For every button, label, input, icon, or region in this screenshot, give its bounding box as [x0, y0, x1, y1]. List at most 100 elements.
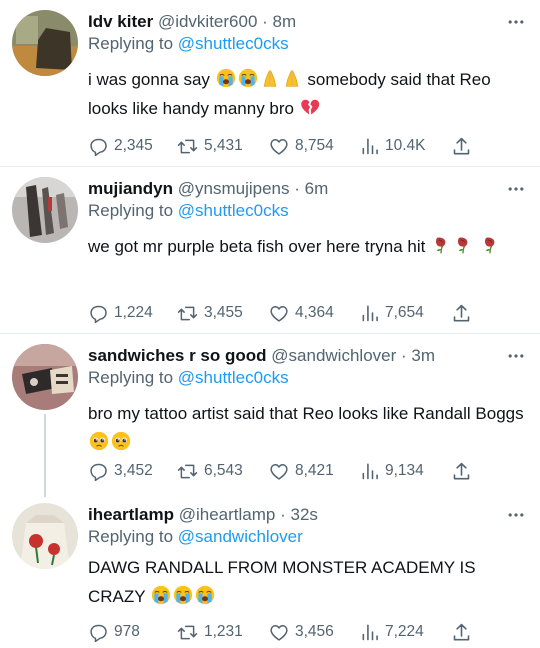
wilted-flower-icon [431, 235, 451, 255]
folded-hands-icon [260, 68, 280, 88]
views-icon [360, 303, 380, 323]
views-count: 9,134 [385, 462, 424, 479]
retweet-count: 1,231 [204, 623, 243, 640]
like-button[interactable]: 4,364 [268, 300, 334, 326]
loudly-crying-face-icon [195, 585, 215, 605]
broken-heart-icon [300, 97, 320, 117]
tweet-header: sandwiches r so good @sandwichlover · 3m [88, 345, 526, 367]
views-count: 7,224 [385, 623, 424, 640]
retweet-button[interactable]: 5,431 [176, 133, 243, 159]
tweet-text: i was gonna say somebody said that Reo l… [88, 65, 526, 123]
views-button[interactable]: 10.4K [360, 133, 426, 159]
like-button[interactable]: 8,754 [268, 133, 334, 159]
share-button[interactable] [451, 300, 477, 326]
views-button[interactable]: 7,654 [360, 300, 424, 326]
share-icon [451, 461, 472, 482]
thread-connector [44, 414, 46, 489]
retweet-count: 5,431 [204, 137, 243, 154]
display-name[interactable]: Idv kiter [88, 12, 153, 31]
mention-link[interactable]: @shuttlec0cks [178, 368, 289, 387]
retweet-button[interactable]: 1,231 [176, 619, 243, 645]
retweet-count: 3,455 [204, 304, 243, 321]
tweet-header: Idv kiter @idvkiter600 · 8m [88, 11, 526, 33]
retweet-button[interactable]: 6,543 [176, 458, 243, 484]
separator-dot: · [401, 346, 407, 365]
replying-to-label: Replying to [88, 368, 174, 387]
tweet-header: mujiandyn @ynsmujipens · 6m [88, 178, 526, 200]
loudly-crying-face-icon [151, 585, 171, 605]
views-button[interactable]: 7,224 [360, 619, 424, 645]
avatar[interactable] [12, 10, 78, 76]
like-button[interactable]: 3,456 [268, 619, 334, 645]
tweet-actions: 3,452 6,543 8,421 9,134 [88, 458, 526, 484]
mention-link[interactable]: @sandwichlover [178, 527, 303, 546]
share-button[interactable] [451, 458, 477, 484]
like-count: 3,456 [295, 623, 334, 640]
loudly-crying-face-icon [238, 68, 258, 88]
timestamp[interactable]: 8m [273, 12, 297, 31]
replying-to: Replying to @sandwichlover [88, 526, 526, 548]
share-button[interactable] [451, 133, 477, 159]
replying-to: Replying to @shuttlec0cks [88, 200, 526, 222]
reply-button[interactable]: 3,452 [88, 458, 153, 484]
separator-dot: · [262, 12, 268, 31]
tweet-3[interactable]: sandwiches r so good @sandwichlover · 3m… [0, 334, 540, 489]
more-icon[interactable] [506, 179, 526, 199]
tweet-text-part: DAWG RANDALL FROM MONSTER ACADEMY IS CRA… [88, 558, 476, 606]
like-count: 8,421 [295, 462, 334, 479]
tweet-2[interactable]: mujiandyn @ynsmujipens · 6m Replying to … [0, 167, 540, 334]
retweet-count: 6,543 [204, 462, 243, 479]
replying-to-label: Replying to [88, 201, 174, 220]
avatar[interactable] [12, 344, 78, 410]
mention-link[interactable]: @shuttlec0cks [178, 34, 289, 53]
user-handle[interactable]: @idvkiter600 [158, 12, 257, 31]
tweet-4[interactable]: iheartlamp @iheartlamp · 32s Replying to… [0, 489, 540, 648]
like-icon [268, 461, 290, 482]
avatar[interactable] [12, 503, 78, 569]
display-name[interactable]: sandwiches r so good [88, 346, 267, 365]
replying-to: Replying to @shuttlec0cks [88, 367, 526, 389]
reply-button[interactable]: 978 [88, 619, 140, 645]
pleading-face-icon [111, 431, 131, 451]
retweet-icon [176, 303, 199, 324]
share-icon [451, 303, 472, 324]
tweet-text: we got mr purple beta fish over here try… [88, 232, 526, 261]
reply-count: 2,345 [114, 137, 153, 154]
replying-to-label: Replying to [88, 527, 174, 546]
tweet-text-part: bro my tattoo artist said that Reo looks… [88, 404, 524, 423]
like-icon [268, 622, 290, 643]
timestamp[interactable]: 32s [291, 505, 318, 524]
retweet-icon [176, 622, 199, 643]
more-icon[interactable] [506, 12, 526, 32]
more-icon[interactable] [506, 505, 526, 525]
tweet-text-part: we got mr purple beta fish over here try… [88, 237, 426, 256]
user-handle[interactable]: @sandwichlover [271, 346, 396, 365]
tweet-header: iheartlamp @iheartlamp · 32s [88, 504, 526, 526]
user-handle[interactable]: @iheartlamp [179, 505, 276, 524]
user-handle[interactable]: @ynsmujipens [178, 179, 290, 198]
display-name[interactable]: mujiandyn [88, 179, 173, 198]
retweet-button[interactable]: 3,455 [176, 300, 243, 326]
like-button[interactable]: 8,421 [268, 458, 334, 484]
like-count: 8,754 [295, 137, 334, 154]
reply-button[interactable]: 1,224 [88, 300, 153, 326]
avatar[interactable] [12, 177, 78, 243]
reply-icon [88, 461, 109, 482]
separator-dot: · [280, 505, 286, 524]
views-button[interactable]: 9,134 [360, 458, 424, 484]
reply-button[interactable]: 2,345 [88, 133, 153, 159]
thread-connector [44, 489, 46, 497]
tweet-text: bro my tattoo artist said that Reo looks… [88, 399, 526, 457]
tweet-actions: 978 1,231 3,456 7,224 [88, 619, 526, 645]
tweet-1[interactable]: Idv kiter @idvkiter600 · 8m Replying to … [0, 0, 540, 167]
tweet-actions: 1,224 3,455 4,364 7,654 [88, 300, 526, 326]
share-button[interactable] [451, 619, 477, 645]
reply-icon [88, 136, 109, 157]
reply-count: 978 [114, 623, 140, 640]
timestamp[interactable]: 3m [411, 346, 435, 365]
more-icon[interactable] [506, 346, 526, 366]
mention-link[interactable]: @shuttlec0cks [178, 201, 289, 220]
timestamp[interactable]: 6m [305, 179, 329, 198]
display-name[interactable]: iheartlamp [88, 505, 174, 524]
loudly-crying-face-icon [173, 585, 193, 605]
